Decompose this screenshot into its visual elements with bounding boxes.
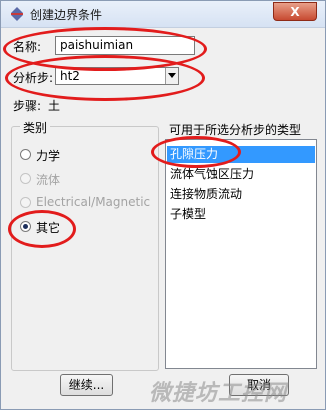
annotation-oval-other xyxy=(8,210,76,248)
list-item-submodel[interactable]: 子模型 xyxy=(167,206,315,223)
radio-button[interactable] xyxy=(20,149,31,160)
window-title: 创建边界条件 xyxy=(30,8,103,22)
annotation-oval-step xyxy=(5,55,205,101)
abaqus-app-icon xyxy=(11,7,23,21)
annotation-oval-pore-pressure xyxy=(151,136,241,168)
procedure-value: 土 xyxy=(48,99,61,113)
radio-button xyxy=(20,173,31,184)
list-item-connector-material-flow[interactable]: 连接物质流动 xyxy=(167,186,315,203)
create-boundary-condition-dialog: 创建边界条件 X 名称: paishuimian 分析步: ht2 步骤: 土 … xyxy=(0,0,326,410)
category-group-title: 类别 xyxy=(20,119,51,136)
close-button[interactable]: X xyxy=(273,2,317,21)
list-item-fluid-cavity-pressure[interactable]: 流体气蚀区压力 xyxy=(167,166,315,183)
types-list[interactable]: 孔隙压力 流体气蚀区压力 连接物质流动 子模型 xyxy=(165,139,317,369)
watermark: 微捷坊工控网 xyxy=(149,381,288,406)
title-bar: 创建边界条件 X xyxy=(1,1,325,28)
radio-label: 流体 xyxy=(36,173,61,187)
procedure-label: 步骤: xyxy=(13,99,42,113)
radio-label: 力学 xyxy=(36,149,61,163)
radio-button xyxy=(20,197,31,208)
continue-button[interactable]: 继续... xyxy=(60,374,113,396)
category-group: 类别 力学 流体 Electrical/Magnetic 其它 xyxy=(11,119,159,371)
radio-label: Electrical/Magnetic xyxy=(36,195,151,209)
